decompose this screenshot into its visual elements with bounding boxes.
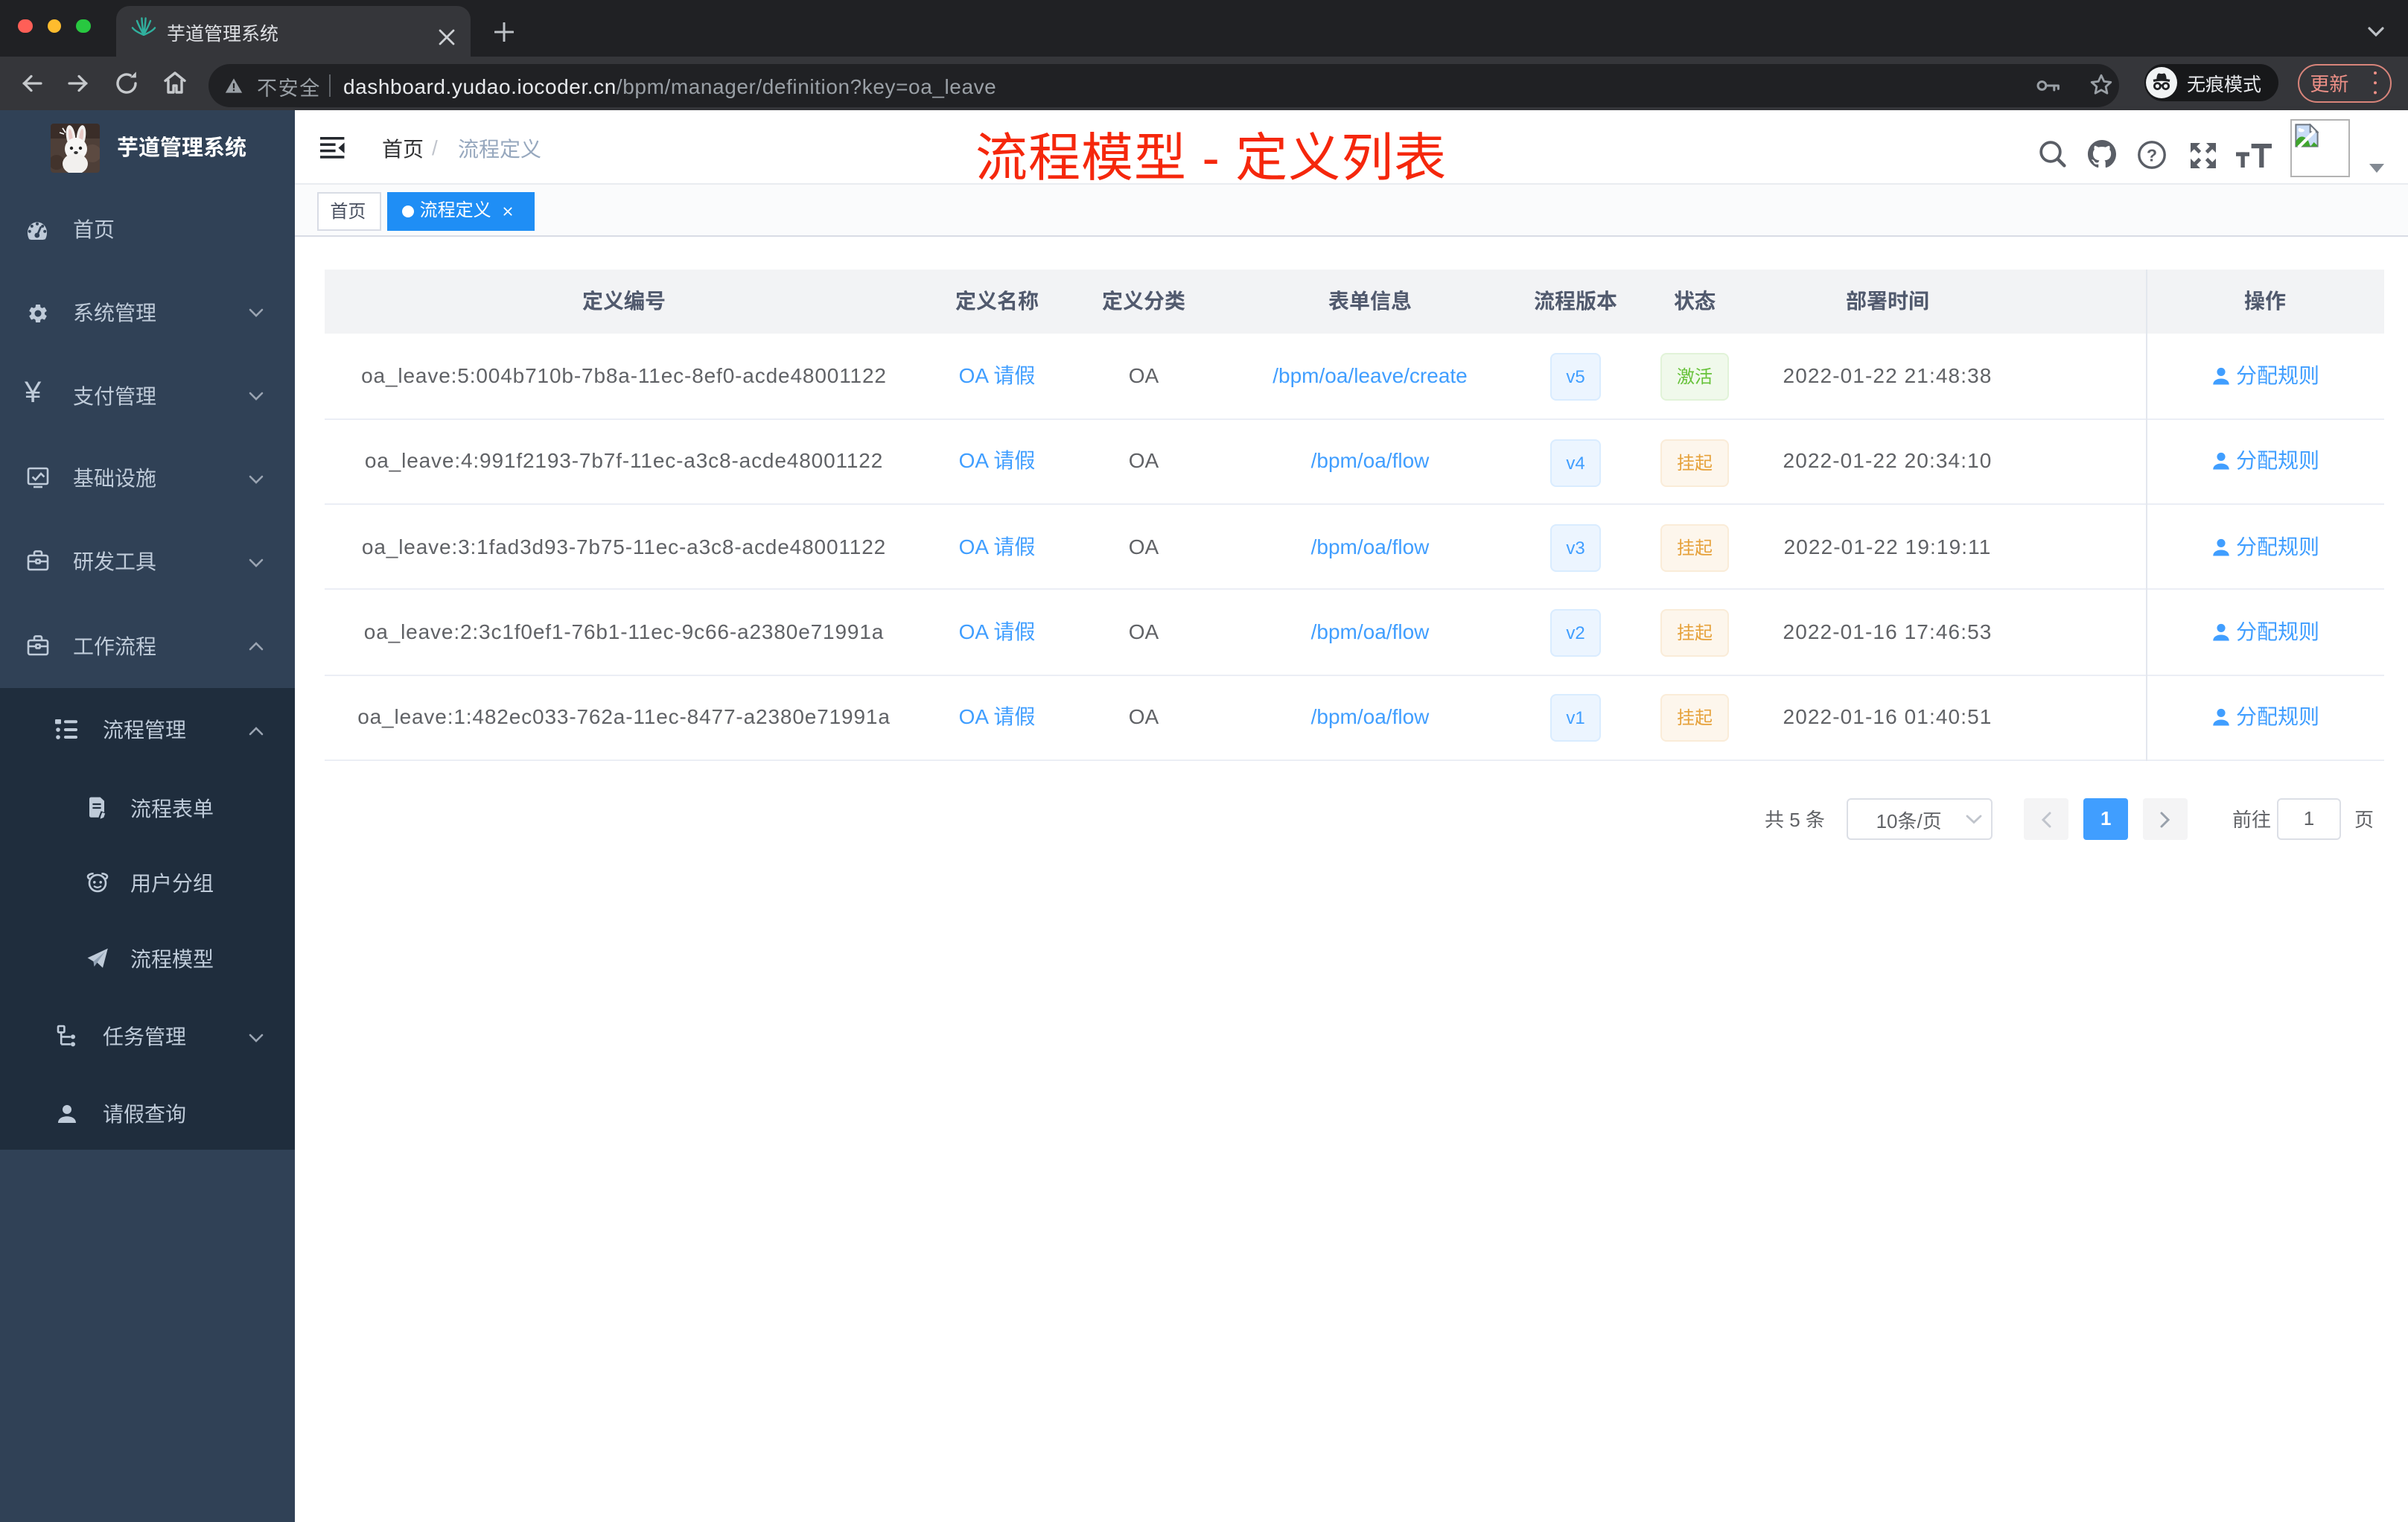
svg-text:?: ? [2147,145,2157,165]
